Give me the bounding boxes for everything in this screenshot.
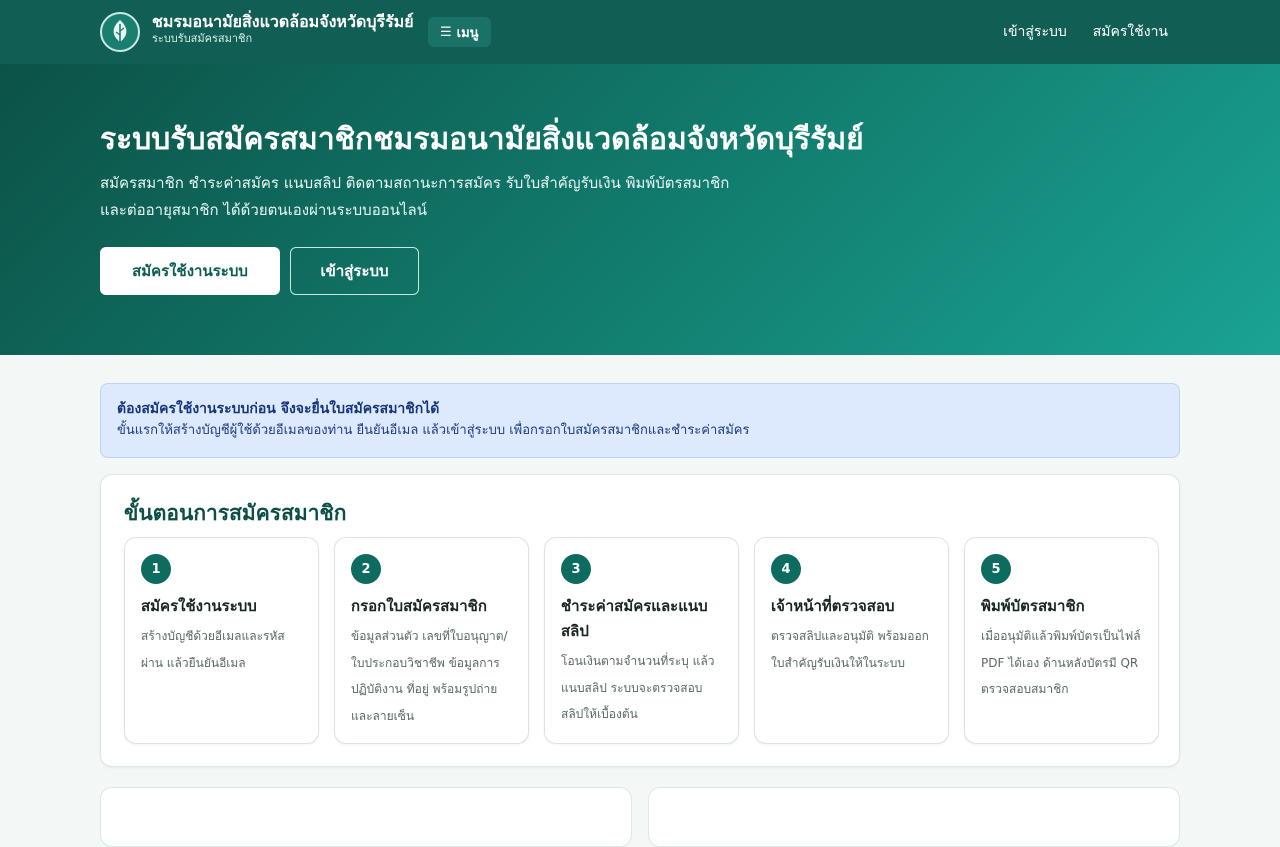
leaf-logo-icon[interactable] [100, 12, 140, 52]
step-card-5: 5 พิมพ์บัตรสมาชิก เมื่ออนุมัติแล้วพิมพ์บ… [964, 537, 1159, 744]
hero-description: สมัครสมาชิก ชำระค่าสมัคร แนบสลิป ติดตามส… [100, 174, 730, 219]
step-card-4: 4 เจ้าหน้าที่ตรวจสอบ ตรวจสลิปและอนุมัติ … [754, 537, 949, 744]
step-description: สร้างบัญชีด้วยอีเมลและรหัสผ่าน แล้วยืนยั… [141, 629, 285, 670]
step-card-3: 3 ชำระค่าสมัครและแนบสลิป โอนเงินตามจำนวน… [544, 537, 739, 744]
step-card-2: 2 กรอกใบสมัครสมาชิก ข้อมูลส่วนตัว เลขที่… [334, 537, 529, 744]
brand-subtitle: ระบบรับสมัครสมาชิก [152, 32, 253, 45]
steps-card: ขั้นตอนการสมัครสมาชิก 1 สมัครใช้งานระบบ … [100, 474, 1180, 767]
steps-grid: 1 สมัครใช้งานระบบ สร้างบัญชีด้วยอีเมลและ… [124, 537, 1159, 744]
step-title: สมัครใช้งานระบบ [141, 597, 257, 615]
menu-button[interactable]: ☰ เมนู [428, 17, 491, 47]
brand-title: ชมรมอนามัยสิ่งแวดล้อมจังหวัดบุรีรัมย์ [152, 12, 414, 31]
hero-section: ระบบรับสมัครสมาชิกชมรมอนามัยสิ่งแวดล้อมจ… [0, 64, 1280, 355]
step-title: พิมพ์บัตรสมาชิก [981, 597, 1085, 615]
step-number-badge: 5 [981, 554, 1011, 584]
step-number-badge: 3 [561, 554, 591, 584]
steps-heading: ขั้นตอนการสมัครสมาชิก [124, 501, 347, 525]
step-card-1: 1 สมัครใช้งานระบบ สร้างบัญชีด้วยอีเมลและ… [124, 537, 319, 744]
step-description: ข้อมูลส่วนตัว เลขที่ใบอนุญาต/ใบประกอบวิช… [351, 629, 508, 723]
step-number-badge: 1 [141, 554, 171, 584]
step-number-badge: 2 [351, 554, 381, 584]
step-title: เจ้าหน้าที่ตรวจสอบ [771, 597, 895, 615]
hamburger-icon: ☰ [440, 24, 452, 40]
nav-login-link[interactable]: เข้าสู่ระบบ [1003, 21, 1067, 43]
info-alert: ต้องสมัครใช้งานระบบก่อน จึงจะยื่นใบสมัคร… [100, 383, 1180, 458]
register-button[interactable]: สมัครใช้งานระบบ [100, 247, 280, 295]
alert-title: ต้องสมัครใช้งานระบบก่อน จึงจะยื่นใบสมัคร… [117, 401, 440, 417]
lower-right-card [648, 787, 1180, 847]
login-button[interactable]: เข้าสู่ระบบ [290, 247, 419, 295]
step-description: ตรวจสลิปและอนุมัติ พร้อมออกใบสำคัญรับเงิ… [771, 629, 929, 670]
nav-register-link[interactable]: สมัครใช้งาน [1093, 21, 1168, 43]
nav-links: เข้าสู่ระบบ สมัครใช้งาน [1003, 0, 1168, 64]
hero-title: ระบบรับสมัครสมาชิกชมรมอนามัยสิ่งแวดล้อมจ… [100, 122, 864, 157]
navbar-container: ชมรมอนามัยสิ่งแวดล้อมจังหวัดบุรีรัมย์ ระ… [100, 0, 1180, 64]
step-description: โอนเงินตามจำนวนที่ระบุ แล้วแนบสลิป ระบบจ… [561, 654, 715, 721]
menu-label: เมนู [456, 25, 479, 41]
step-number-badge: 4 [771, 554, 801, 584]
alert-body: ขั้นแรกให้สร้างบัญชีผู้ใช้ด้วยอีเมลของท่… [117, 423, 750, 438]
step-title: กรอกใบสมัครสมาชิก [351, 597, 487, 615]
lower-left-card [100, 787, 632, 847]
brand[interactable]: ชมรมอนามัยสิ่งแวดล้อมจังหวัดบุรีรัมย์ ระ… [152, 12, 414, 46]
step-description: เมื่ออนุมัติแล้วพิมพ์บัตรเป็นไฟล์ PDF ได… [981, 629, 1141, 696]
leaf-icon [113, 20, 127, 44]
top-navbar: ชมรมอนามัยสิ่งแวดล้อมจังหวัดบุรีรัมย์ ระ… [0, 0, 1280, 64]
step-title: ชำระค่าสมัครและแนบสลิป [561, 597, 708, 640]
